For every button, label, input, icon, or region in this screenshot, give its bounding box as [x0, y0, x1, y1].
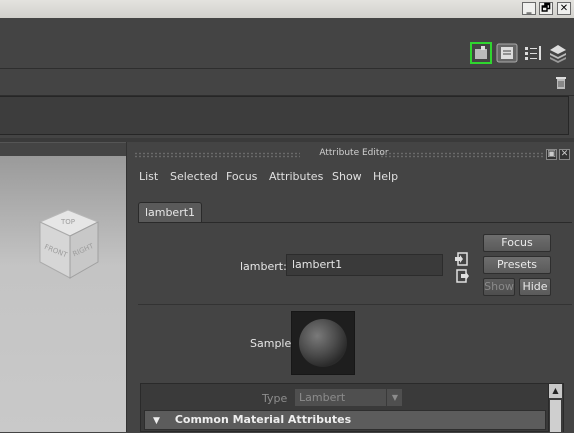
show-button[interactable]: Show	[483, 278, 515, 296]
menu-selected[interactable]: Selected	[170, 170, 218, 183]
common-material-attributes-header[interactable]: ▼ Common Material Attributes	[144, 410, 546, 430]
channel-box-layers-icon[interactable]	[547, 42, 569, 64]
drag-handle-right	[380, 152, 544, 158]
section-title: Common Material Attributes	[174, 413, 352, 426]
minimize-button[interactable]: _	[522, 2, 536, 15]
chevron-down-icon: ▼	[386, 389, 403, 406]
menu-show[interactable]: Show	[332, 170, 362, 183]
menu-attributes[interactable]: Attributes	[269, 170, 323, 183]
secondary-toolbar	[0, 69, 574, 96]
trash-icon[interactable]	[555, 76, 567, 90]
scroll-up-icon[interactable]: ▲	[549, 384, 562, 398]
material-sample-section	[138, 304, 572, 385]
close-button[interactable]: ✕	[557, 2, 571, 15]
view-cube-top-label: TOP	[60, 218, 75, 226]
scroll-thumb[interactable]	[550, 400, 561, 432]
focus-button[interactable]: Focus	[483, 234, 551, 252]
sample-label: Sample	[250, 337, 292, 350]
type-label: Type	[262, 392, 288, 405]
hide-button[interactable]: Hide	[519, 278, 551, 296]
attribute-editor-titlebar[interactable]: Attribute Editor ▣ ✕	[134, 146, 574, 160]
viewport[interactable]: TOP FRONT RIGHT	[0, 156, 126, 432]
toggle-modeling-toolkit-icon[interactable]	[470, 42, 492, 64]
menu-focus[interactable]: Focus	[226, 170, 257, 183]
command-field[interactable]	[0, 96, 569, 135]
node-name-label: lambert:	[240, 260, 287, 273]
presets-button[interactable]: Presets	[483, 256, 551, 274]
restore-button[interactable]: 🗗	[539, 2, 553, 15]
drag-handle-left	[134, 152, 300, 158]
tab-lambert1[interactable]: lambert1	[138, 202, 202, 222]
view-cube-icon[interactable]: TOP FRONT RIGHT	[34, 204, 106, 284]
attribute-editor-panel: Attribute Editor ▣ ✕ List Selected Focus…	[134, 142, 574, 432]
type-dropdown[interactable]: Lambert ▼	[294, 388, 403, 407]
window-title-bar: _ 🗗 ✕	[0, 0, 574, 18]
menu-help[interactable]: Help	[373, 170, 398, 183]
float-panel-icon[interactable]: ▣	[546, 149, 557, 160]
node-name-field[interactable]: lambert1	[286, 254, 443, 276]
output-connection-icon[interactable]	[456, 269, 470, 283]
menu-list[interactable]: List	[139, 170, 158, 183]
type-value: Lambert	[299, 391, 346, 404]
material-swatch[interactable]	[291, 311, 355, 375]
collapse-arrow-icon: ▼	[153, 416, 160, 426]
viewport-header	[0, 142, 130, 157]
close-panel-icon[interactable]: ✕	[559, 149, 570, 160]
attribute-editor-toggle-icon[interactable]	[496, 42, 518, 64]
vertical-scrollbar[interactable]: ▲	[548, 384, 563, 432]
input-connection-icon[interactable]	[454, 252, 468, 266]
tool-settings-icon[interactable]	[522, 42, 544, 64]
